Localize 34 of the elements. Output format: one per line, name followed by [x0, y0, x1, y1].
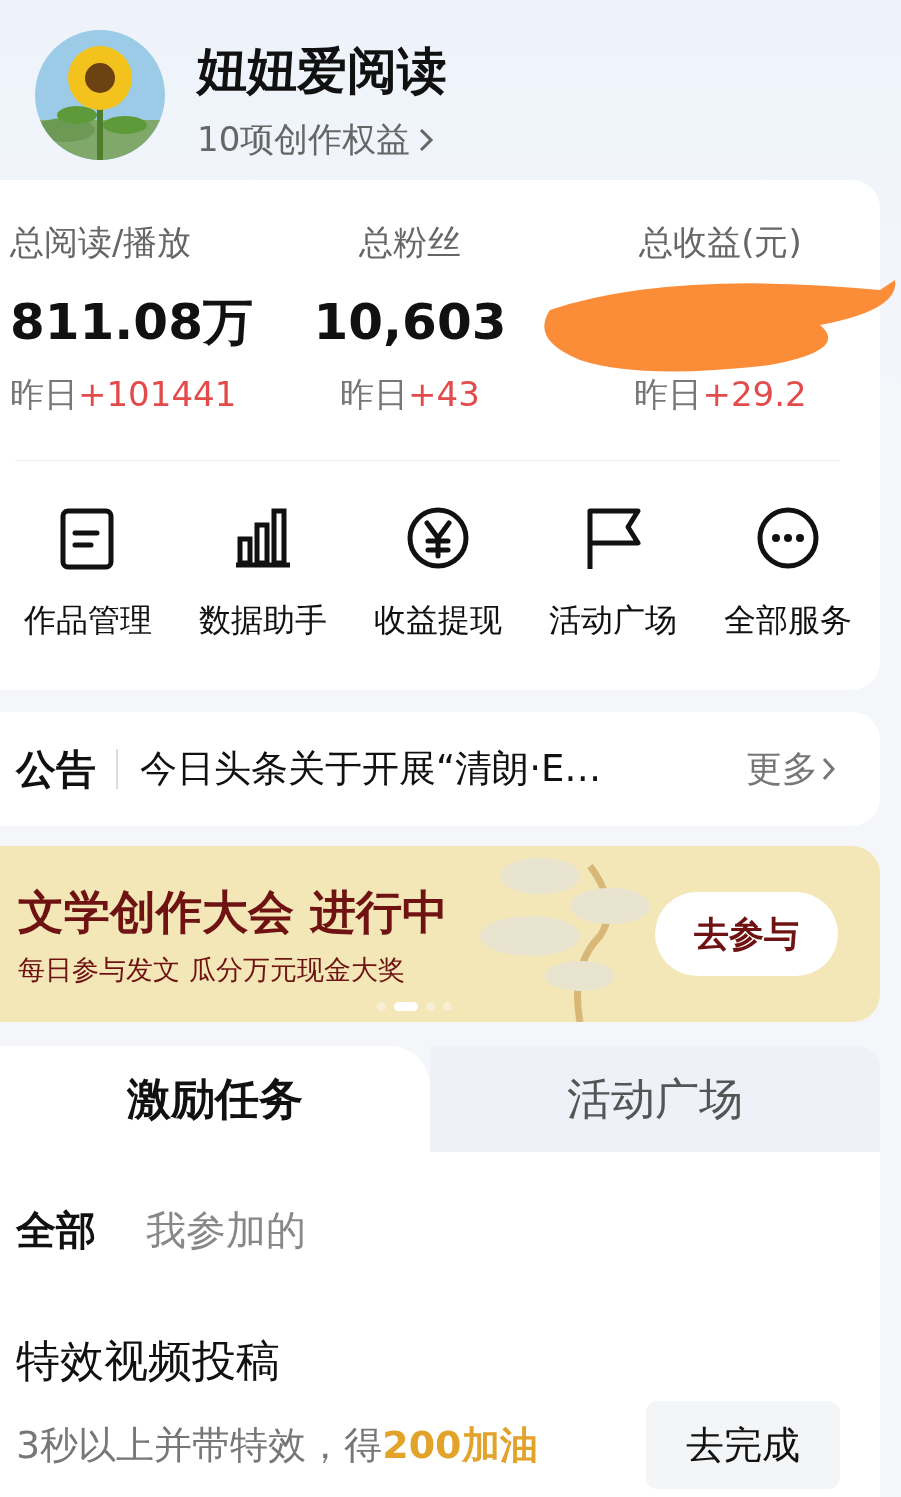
notice-tag: 公告 [16, 749, 118, 789]
promo-banner[interactable]: 文学创作大会 进行中 每日参与发文 瓜分万元现金大奖 去参与 [0, 846, 880, 1022]
tab[interactable]: 活动广场 [430, 1046, 880, 1152]
service-button[interactable]: 作品管理 [23, 505, 152, 643]
stat-value: 10,603 [313, 292, 507, 353]
banner-subtitle: 每日参与发文 瓜分万元现金大奖 [18, 953, 405, 987]
filter-tab[interactable]: 我参加的 [146, 1188, 306, 1272]
chevron-icon [418, 126, 435, 154]
task-title: 特效视频投稿 [16, 1334, 281, 1388]
stat-label: 总收益(元) [639, 221, 802, 264]
stat-delta: 昨日+101441 [10, 373, 237, 416]
stat-label: 总粉丝 [359, 221, 461, 264]
service-button[interactable]: 数据助手 [198, 505, 327, 643]
banner-title: 文学创作大会 进行中 [18, 884, 448, 941]
page-dot[interactable] [377, 1002, 386, 1011]
chevron-icon [822, 756, 836, 782]
stat-delta: 昨日+43 [340, 373, 480, 416]
filter-tab[interactable]: 全部 [16, 1188, 96, 1272]
stat-label: 总阅读/播放 [10, 221, 192, 264]
notice-text[interactable]: 今日头条关于开展“清朗·E… [140, 744, 746, 794]
page-dot[interactable] [426, 1002, 435, 1011]
stat-delta: 昨日+29.2 [634, 373, 807, 416]
page-dot[interactable] [443, 1002, 452, 1011]
service-button[interactable]: 收益提现 [373, 505, 502, 643]
join-button[interactable]: 去参与 [655, 892, 838, 976]
service-button[interactable]: 全部服务 [723, 505, 852, 643]
profile-name: 妞妞爱阅读 [197, 41, 447, 102]
task-description: 3秒以上并带特效，得200加油 [16, 1421, 538, 1469]
more-link[interactable]: 更多 [746, 744, 880, 794]
complete-button[interactable]: 去完成 [646, 1401, 840, 1489]
tab[interactable]: 激励任务 [0, 1046, 430, 1152]
stat-value: 811.08万 [10, 292, 253, 353]
benefits-link[interactable]: 10项创作权益 [197, 117, 435, 163]
service-button[interactable]: 活动广场 [548, 505, 677, 643]
